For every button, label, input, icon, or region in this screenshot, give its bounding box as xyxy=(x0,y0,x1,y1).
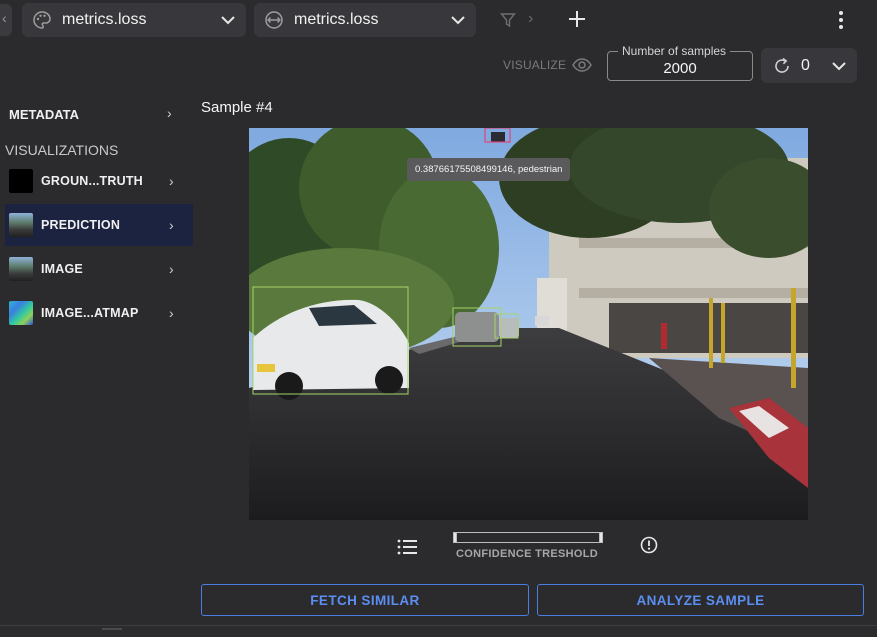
list-icon[interactable] xyxy=(397,538,419,556)
eye-icon xyxy=(572,58,593,72)
chevron-down-icon xyxy=(832,61,846,70)
samples-count-value: 2000 xyxy=(663,60,697,77)
refresh-icon xyxy=(775,57,789,73)
sample-title: Sample #4 xyxy=(201,99,273,116)
chevron-down-icon xyxy=(451,16,465,25)
sidebar-item-label: IMAGE...ATMAP xyxy=(41,306,139,320)
collapse-arrow-icon: ‹ xyxy=(2,10,7,26)
funnel-icon[interactable] xyxy=(500,12,516,28)
app-root: ‹ metrics.loss metrics.loss › VISUALIZE … xyxy=(0,0,877,637)
sidebar-item-heatmap[interactable]: IMAGE...ATMAP › xyxy=(5,292,193,334)
metric-dropdown-a-label: metrics.loss xyxy=(62,11,147,28)
image-thumbnail xyxy=(9,257,33,281)
sidebar-item-label: PREDICTION xyxy=(41,218,121,232)
resize-grip[interactable] xyxy=(102,628,122,630)
metric-dropdown-b[interactable]: metrics.loss xyxy=(254,3,476,37)
slider-handle-max[interactable] xyxy=(599,532,603,543)
footer-divider xyxy=(0,625,877,626)
refresh-value: 0 xyxy=(801,56,810,74)
prediction-visualization[interactable] xyxy=(249,128,808,520)
palette-icon xyxy=(33,11,51,29)
analyze-sample-button[interactable]: ANALYZE SAMPLE xyxy=(537,584,864,616)
refresh-dropdown[interactable]: 0 xyxy=(761,48,857,83)
alert-circle-icon[interactable] xyxy=(640,536,658,554)
chevron-right-icon: › xyxy=(169,305,174,321)
metric-dropdown-a[interactable]: metrics.loss xyxy=(22,3,246,37)
chevron-right-icon: › xyxy=(169,261,174,277)
fetch-similar-button[interactable]: FETCH SIMILAR xyxy=(201,584,529,616)
filter-arrow-icon: › xyxy=(528,10,534,27)
sidebar-item-prediction[interactable]: PREDICTION › xyxy=(5,204,193,246)
prediction-tooltip: 0.38766175508499146, pedestrian xyxy=(407,158,571,181)
visualize-label: VISUALIZE xyxy=(503,58,567,72)
chevron-down-icon xyxy=(221,16,235,25)
sidebar-item-label: IMAGE xyxy=(41,262,83,276)
plus-icon[interactable] xyxy=(566,8,588,30)
visualize-button[interactable]: VISUALIZE xyxy=(503,58,593,72)
street-scene-image xyxy=(249,128,808,520)
slider-handle-min[interactable] xyxy=(453,532,457,543)
ring-arrows-icon xyxy=(265,11,283,29)
sidebar-item-label: GROUN...TRUTH xyxy=(41,174,143,188)
confidence-threshold-label: CONFIDENCE TRESHOLD xyxy=(456,548,598,560)
prediction-thumbnail xyxy=(9,213,33,237)
ground-truth-thumbnail xyxy=(9,169,33,193)
sidebar-item-image[interactable]: IMAGE › xyxy=(5,248,193,290)
sidebar-item-ground-truth[interactable]: GROUN...TRUTH › xyxy=(5,160,193,202)
chevron-right-icon: › xyxy=(169,173,174,189)
metadata-section-toggle[interactable]: METADATA xyxy=(9,107,79,122)
chevron-right-icon: › xyxy=(169,217,174,233)
confidence-threshold-slider[interactable] xyxy=(453,532,603,543)
kebab-icon[interactable] xyxy=(834,10,848,30)
chevron-right-icon: › xyxy=(167,105,172,121)
top-toolbar: ‹ metrics.loss metrics.loss › xyxy=(0,0,877,40)
metric-dropdown-b-label: metrics.loss xyxy=(294,11,379,28)
samples-count-field[interactable]: Number of samples 2000 xyxy=(607,44,753,81)
heatmap-thumbnail xyxy=(9,301,33,325)
samples-count-legend: Number of samples xyxy=(618,44,731,58)
visualizations-heading: VISUALIZATIONS xyxy=(5,142,119,158)
visualization-controls: CONFIDENCE TRESHOLD xyxy=(0,532,877,562)
collapse-tab[interactable]: ‹ xyxy=(0,4,12,36)
